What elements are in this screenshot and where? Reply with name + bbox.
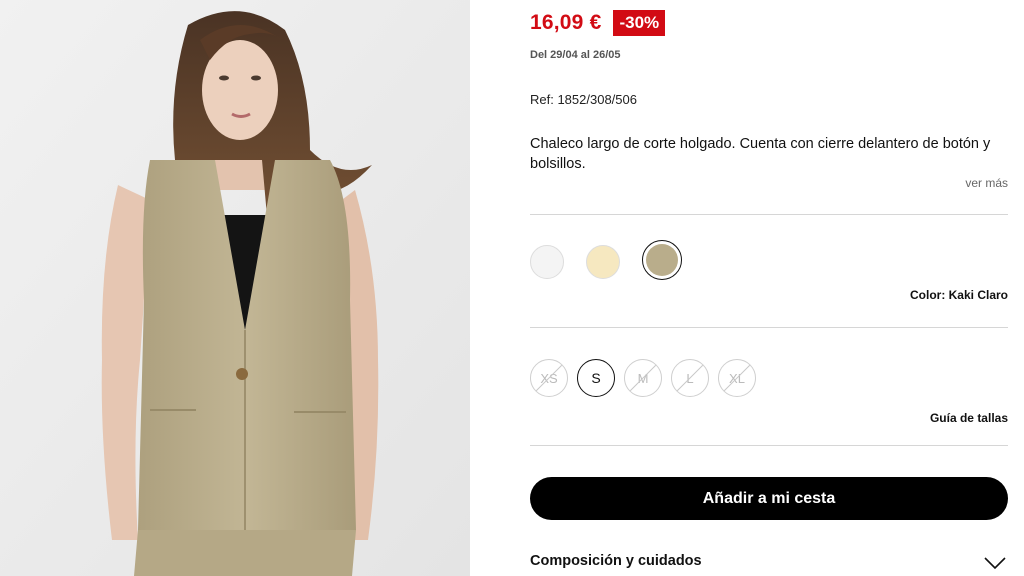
product-info-panel: 16,09 € -30% Del 29/04 al 26/05 Ref: 185…: [530, 0, 1008, 576]
product-image[interactable]: [0, 0, 470, 576]
product-photo-illustration: [0, 0, 470, 576]
price: 16,09 €: [530, 11, 602, 34]
composition-title: Composición y cuidados: [530, 553, 702, 569]
size-guide-link[interactable]: Guía de tallas: [930, 411, 1008, 425]
price-row: 16,09 € -30%: [530, 10, 666, 36]
divider: [530, 445, 1008, 446]
chevron-down-icon: [984, 557, 1006, 570]
size-selector: XS S M L XL: [530, 359, 765, 397]
size-option-xs[interactable]: XS: [530, 359, 568, 397]
size-option-s[interactable]: S: [577, 359, 615, 397]
color-swatch-cream[interactable]: [586, 244, 620, 279]
see-more-link[interactable]: ver más: [965, 176, 1008, 190]
size-option-l[interactable]: L: [671, 359, 709, 397]
divider: [530, 214, 1008, 215]
product-reference: Ref: 1852/308/506: [530, 92, 637, 107]
delivery-dates: Del 29/04 al 26/05: [530, 49, 621, 61]
product-description: Chaleco largo de corte holgado. Cuenta c…: [530, 136, 991, 172]
selected-color-label: Color: Kaki Claro: [909, 288, 1008, 302]
color-swatch-khaki[interactable]: [642, 240, 682, 280]
color-swatch-white[interactable]: [530, 244, 564, 279]
size-option-xl[interactable]: XL: [718, 359, 756, 397]
size-option-m[interactable]: M: [624, 359, 662, 397]
composition-accordion[interactable]: Composición y cuidados: [530, 552, 1008, 576]
color-swatch-khaki-fill: [646, 244, 678, 276]
divider: [530, 327, 1008, 328]
add-to-cart-button[interactable]: Añadir a mi cesta: [530, 477, 1008, 520]
color-swatches: [530, 240, 704, 280]
discount-badge: -30%: [613, 10, 666, 36]
